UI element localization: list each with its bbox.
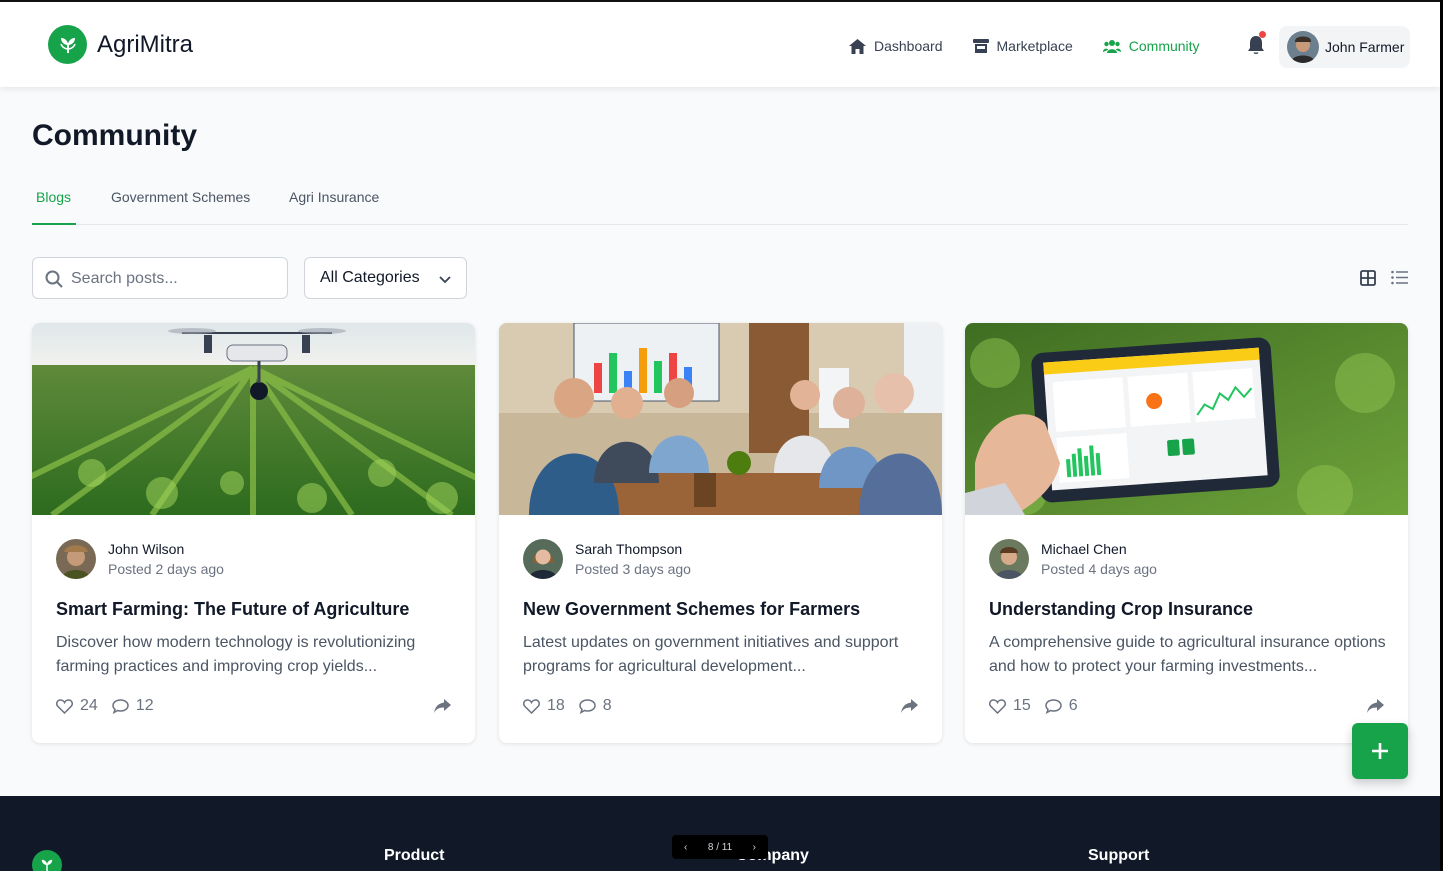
share-icon[interactable] [1367, 699, 1384, 713]
post-excerpt: Discover how modern technology is revolu… [56, 634, 416, 675]
user-name: John Farmer [1325, 39, 1405, 55]
chevron-down-icon [439, 276, 451, 284]
tab-agri-insurance[interactable]: Agri Insurance [289, 186, 379, 225]
users-icon [1102, 40, 1121, 53]
author-name[interactable]: Sarah Thompson [575, 541, 682, 557]
pager-label: 8 / 11 [707, 841, 733, 853]
app-name: AgriMitra [97, 30, 194, 58]
avatar [989, 539, 1029, 579]
page: AgriMitra Dashboard Marketplace Communit… [0, 0, 1440, 871]
category-select-value: All Categories [320, 269, 420, 286]
share-icon[interactable] [434, 699, 451, 713]
comment-count: 8 [602, 697, 612, 714]
heart-icon [56, 698, 73, 714]
tab-government-schemes[interactable]: Government Schemes [111, 186, 250, 225]
post-card[interactable]: John Wilson Posted 2 days ago Smart Farm… [32, 323, 475, 743]
create-post-button[interactable] [1352, 723, 1408, 779]
user-menu[interactable]: John Farmer [1279, 26, 1410, 68]
list-view-icon[interactable] [1391, 270, 1408, 285]
author-name[interactable]: Michael Chen [1041, 541, 1127, 557]
top-navbar: AgriMitra Dashboard Marketplace Communit… [0, 0, 1440, 87]
post-image-meeting [499, 323, 942, 515]
home-icon [849, 38, 866, 54]
like-count: 24 [80, 697, 98, 714]
nav-marketplace[interactable]: Marketplace [972, 38, 1073, 54]
avatar [56, 539, 96, 579]
app-logo[interactable]: AgriMitra [48, 25, 193, 64]
category-select[interactable]: All Categories [304, 257, 467, 299]
comment-count: 12 [135, 697, 154, 714]
comment-count: 6 [1068, 697, 1078, 714]
post-excerpt: Latest updates on government initiatives… [523, 634, 899, 675]
chevron-right-icon[interactable]: › [753, 842, 756, 853]
like-count: 18 [547, 697, 565, 714]
store-icon [972, 39, 989, 53]
footer-heading-product: Product [384, 847, 445, 864]
post-title[interactable]: New Government Schemes for Farmers [523, 599, 860, 620]
author-name[interactable]: John Wilson [108, 541, 184, 557]
like-count: 15 [1013, 697, 1031, 714]
heart-icon [523, 698, 540, 714]
post-timestamp: Posted 4 days ago [1041, 561, 1157, 577]
community-tabs: Blogs Government Schemes Agri Insurance [32, 186, 1408, 225]
footer-heading-support: Support [1088, 847, 1150, 864]
post-title[interactable]: Understanding Crop Insurance [989, 599, 1253, 620]
nav-dashboard-label: Dashboard [874, 38, 943, 54]
heart-icon [989, 698, 1006, 714]
search-input[interactable] [71, 268, 271, 290]
page-title: Community [32, 119, 197, 152]
post-card[interactable]: Sarah Thompson Posted 3 days ago New Gov… [499, 323, 942, 743]
like-button[interactable]: 18 [523, 697, 565, 715]
post-card[interactable]: Michael Chen Posted 4 days ago Understan… [965, 323, 1408, 743]
nav-community-label: Community [1128, 38, 1200, 54]
post-title[interactable]: Smart Farming: The Future of Agriculture [56, 599, 409, 620]
comment-button[interactable]: 6 [1045, 697, 1078, 715]
nav-dashboard[interactable]: Dashboard [849, 38, 943, 54]
main-nav: Dashboard Marketplace Community [849, 38, 1230, 54]
search-icon [45, 270, 63, 288]
post-image-drone-field [32, 323, 475, 515]
post-actions: 15 6 [989, 697, 1092, 715]
comment-icon [579, 698, 596, 714]
notification-dot [1259, 31, 1266, 38]
comment-icon [112, 698, 129, 714]
footer: Product Company Support [0, 796, 1440, 871]
post-timestamp: Posted 3 days ago [575, 561, 691, 577]
avatar [523, 539, 563, 579]
comment-button[interactable]: 12 [112, 697, 154, 715]
slide-pager: ‹ 8 / 11 › [672, 835, 768, 859]
like-button[interactable]: 15 [989, 697, 1031, 715]
like-button[interactable]: 24 [56, 697, 98, 715]
post-timestamp: Posted 2 days ago [108, 561, 224, 577]
grid-view-icon[interactable] [1360, 270, 1376, 286]
plus-icon [1372, 743, 1388, 759]
post-image-tablet [965, 323, 1408, 515]
leaf-logo-icon [32, 850, 62, 871]
post-excerpt: A comprehensive guide to agricultural in… [989, 634, 1386, 675]
comment-icon [1045, 698, 1062, 714]
nav-marketplace-label: Marketplace [996, 38, 1073, 54]
nav-community[interactable]: Community [1102, 38, 1200, 54]
post-actions: 18 8 [523, 697, 626, 715]
share-icon[interactable] [901, 699, 918, 713]
chevron-left-icon[interactable]: ‹ [684, 842, 687, 853]
comment-button[interactable]: 8 [579, 697, 612, 715]
leaf-logo-icon [48, 25, 87, 64]
search-box [32, 257, 288, 299]
post-actions: 24 12 [56, 697, 168, 715]
avatar [1287, 31, 1319, 63]
bell-icon[interactable] [1247, 36, 1265, 56]
tab-blogs[interactable]: Blogs [32, 186, 76, 225]
